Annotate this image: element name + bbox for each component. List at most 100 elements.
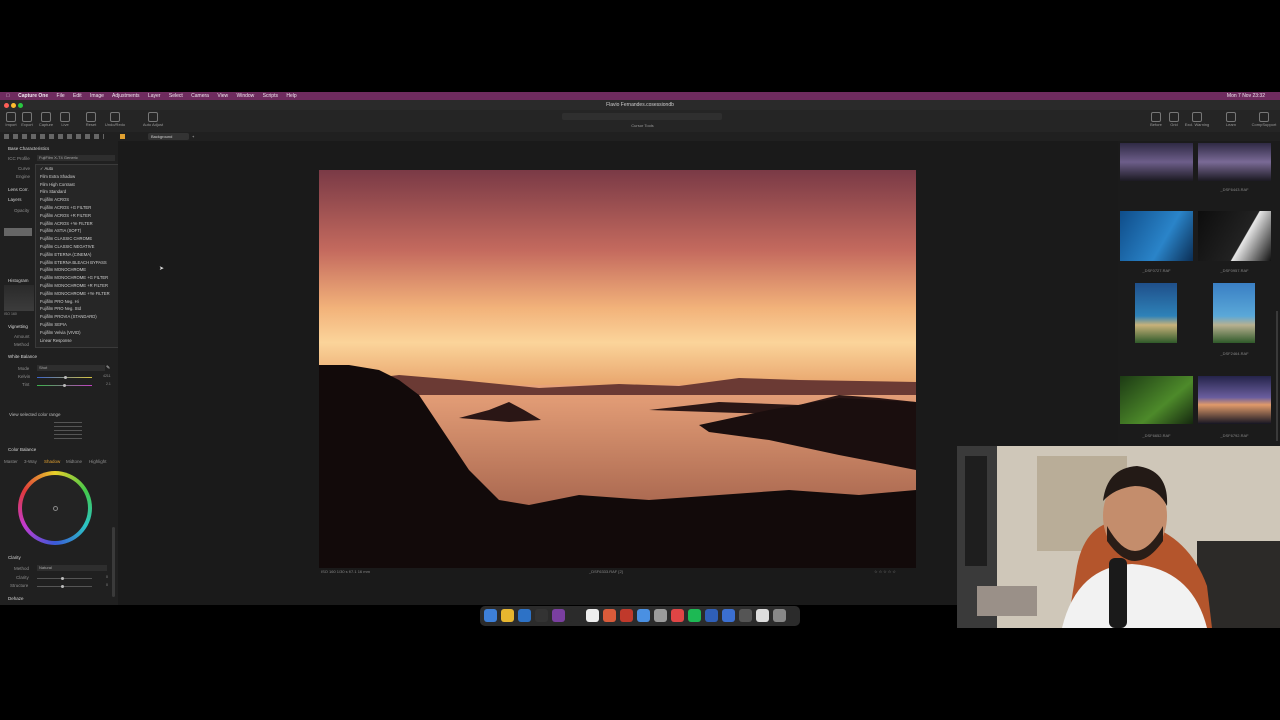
menu-scripts[interactable]: Scripts [263,93,278,99]
live-button[interactable]: Live [54,112,76,127]
add-layer-icon[interactable]: + [192,132,194,141]
curve-option[interactable]: Fujifilm MONOCHROME +Ye FILTER [36,290,121,298]
curve-option[interactable]: Linear Response [36,337,121,345]
vignetting-title[interactable]: Vignetting [8,324,28,329]
cb-tab-midtone[interactable]: Midtone [66,459,82,464]
lens-correction-title[interactable]: Lens Corr. [8,187,29,192]
dehaze-title[interactable]: Dehaze [8,596,24,601]
color-range-grid[interactable] [54,422,82,440]
tint-value[interactable]: 2.1 [106,382,111,386]
menu-window[interactable]: Window [236,93,254,99]
cb-tab-3way[interactable]: 3-Way [24,459,37,464]
eyedropper-icon[interactable]: ✎ [106,365,110,371]
onepassword-icon[interactable] [705,609,718,622]
color-balance-title[interactable]: Color Balance [8,447,36,452]
layer-row[interactable] [4,228,32,236]
vscode-icon[interactable] [518,609,531,622]
figma-icon[interactable] [603,609,616,622]
structure-slider[interactable] [37,586,92,587]
kelvin-slider-knob[interactable] [64,376,67,379]
notion-icon[interactable] [586,609,599,622]
learn-button[interactable]: Learn [1220,112,1242,127]
tools-scrollbar[interactable] [112,527,115,597]
menu-file[interactable]: File [57,93,65,99]
menubar-clock[interactable]: Mon 7 Nov 23:32 [1227,92,1265,100]
menu-help[interactable]: Help [286,93,296,99]
menu-camera[interactable]: Camera [191,93,209,99]
structure-value[interactable]: 0 [106,583,108,587]
thumbnail[interactable] [1198,143,1271,181]
menu-app[interactable]: Capture One [18,93,48,99]
menu-select[interactable]: Select [169,93,183,99]
cb-tab-master[interactable]: Master [4,459,18,464]
menu-view[interactable]: View [217,93,228,99]
curve-option[interactable]: Fujifilm MONOCHROME +R FILTER [36,282,121,290]
tint-slider-knob[interactable] [63,384,66,387]
cb-tab-highlight[interactable]: Highlight [89,459,107,464]
preview-icon[interactable] [654,609,667,622]
grid-button[interactable]: Grid [1163,112,1185,127]
mail-icon[interactable] [637,609,650,622]
curve-option[interactable]: Film Extra Shadow [36,173,121,181]
clarity-slider-knob[interactable] [61,577,64,580]
structure-slider-knob[interactable] [61,585,64,588]
cursor-tools-bar[interactable] [562,113,722,120]
layout-icon[interactable] [120,134,125,139]
curve-option[interactable]: Fujifilm MONOCHROME +G FILTER [36,274,121,282]
menu-image[interactable]: Image [90,93,104,99]
thumbnail[interactable] [1120,376,1193,424]
curve-option[interactable]: Fujifilm ACROS +G FILTER [36,204,121,212]
curve-option[interactable]: Fujifilm ACROS +R FILTER [36,212,121,220]
curve-option-selected[interactable]: ✓ Auto [36,165,121,173]
curve-dropdown-menu[interactable]: ✓ Auto Film Extra Shadow Film High Contr… [35,164,122,348]
curve-option[interactable]: Fujifilm ETERNA (CINEMA) [36,251,121,259]
clarity-value[interactable]: 0 [106,575,108,579]
white-balance-title[interactable]: White Balance [8,354,37,359]
thumbnail[interactable] [1120,211,1193,261]
tool-tab-icons[interactable] [4,134,104,139]
layers-title[interactable]: Layers [8,197,22,202]
clarity-slider[interactable] [37,578,92,579]
clarity-title[interactable]: Clarity [8,555,21,560]
cb-tab-shadow[interactable]: Shadow [44,459,60,464]
thumbnail[interactable] [1213,283,1255,343]
curve-option[interactable]: Fujifilm PRO Neg. Hi [36,298,121,306]
kelvin-value[interactable]: 4211 [103,374,111,378]
layer-selector[interactable]: Background [148,133,189,140]
curve-option[interactable]: Fujifilm MONOCHROME [36,266,121,274]
auto-adjust-button[interactable]: Auto Adjust [140,112,166,127]
zoom-window-button[interactable] [18,103,23,108]
chrome-icon[interactable] [501,609,514,622]
rating-stars[interactable]: ☆☆☆☆☆ [874,569,897,574]
wb-mode-select[interactable]: Shot [37,365,105,371]
thumbnail[interactable] [1120,143,1193,181]
browser-scrollbar[interactable] [1276,311,1278,441]
curve-option[interactable]: Fujifilm Velvia (VIVID) [36,329,121,337]
menu-layer[interactable]: Layer [148,93,161,99]
document-icon[interactable] [756,609,769,622]
support-button[interactable]: CompSupport [1250,112,1278,127]
undo-redo-button[interactable]: Undo/Redo [102,112,128,127]
menu-adjustments[interactable]: Adjustments [112,93,140,99]
curve-option[interactable]: Fujifilm CLASSIC CHROME [36,235,121,243]
thumbnail[interactable] [1198,211,1271,261]
pen-icon[interactable] [620,609,633,622]
curve-option[interactable]: Fujifilm PRO Neg. Std [36,305,121,313]
curve-option[interactable]: Fujifilm ACROS +Ye FILTER [36,220,121,228]
captureone-icon[interactable] [739,609,752,622]
xcode-icon[interactable] [722,609,735,622]
thumbnail[interactable] [1198,376,1271,424]
curve-option[interactable]: Fujifilm ETERNA BLEACH BYPASS [36,259,121,267]
icc-profile-select[interactable]: FujiFilm X-T4 Generic [37,155,115,161]
clarity-method-select[interactable]: Natural [37,565,107,571]
spotify-icon[interactable] [688,609,701,622]
color-wheel-pointer[interactable] [53,506,58,511]
reset-button[interactable]: Reset [80,112,102,127]
menu-edit[interactable]: Edit [73,93,82,99]
trash-icon[interactable] [773,609,786,622]
curve-option[interactable]: Film Standard [36,188,121,196]
apple-icon[interactable]:  [6,93,10,99]
curve-option[interactable]: Fujifilm SEPIA [36,321,121,329]
curve-option[interactable]: Fujifilm CLASSIC NEGATIVE [36,243,121,251]
exposure-warning-button[interactable]: Excl. Warning [1184,112,1210,127]
